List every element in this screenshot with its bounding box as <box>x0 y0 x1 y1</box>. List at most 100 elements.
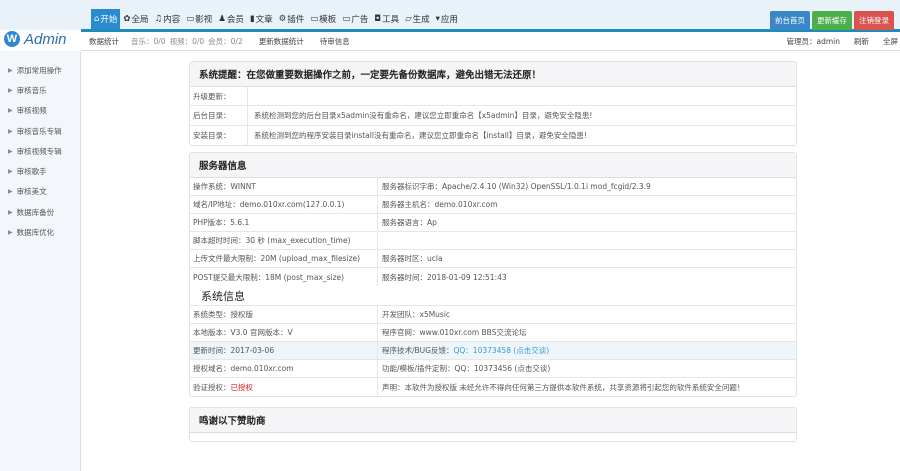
sidebar-item[interactable]: ▶ 审核音乐专辑 <box>0 121 80 141</box>
notice-row-label: 后台目录： <box>190 106 248 125</box>
caret-right-icon: ▶ <box>8 168 13 176</box>
system-info-left: 系统类型：授权版 <box>190 306 378 323</box>
update-cache-button[interactable]: 更新缓存 <box>812 11 852 30</box>
system-info-right: 声明：本软件为授权版 未经允许不得向任何第三方提供本软件系统，共享资源将引起您的… <box>382 382 745 392</box>
sponsors-title: 鸣谢以下赞助商 <box>190 408 796 433</box>
nav-tab-10[interactable]: ▱ 生成 <box>402 9 433 29</box>
main-nav: ⌂ 开始 ✿ 全局 ♫ 内容 ▭ 影视 ♟ 会员 ▮ 文章 ⚙ 插件 ▭ 模板 ▭ 广告 ◘ 工具 ▱ 生成 ▾ 应用 <box>91 9 461 29</box>
pending-info-link[interactable]: 待审信息 <box>320 36 350 47</box>
nav-tab-8[interactable]: ▭ 广告 <box>339 9 371 29</box>
sidebar-item[interactable]: ▶ 审核视频 <box>0 101 80 121</box>
notice-row-value: 系统检测到您的程序安装目录install没有重命名，建议您立即重命名【insta… <box>254 130 587 140</box>
plugin-icon: ⚙ <box>278 14 287 24</box>
server-info-panel: 服务器信息 操作系统：WINNT 服务器标识字串：Apache/2.4.10 (W… <box>189 152 797 397</box>
server-info-right: 服务器语言：Ap <box>382 218 437 227</box>
nav-tab-9[interactable]: ◘ 工具 <box>371 9 402 29</box>
auth-status: 已授权 <box>230 382 254 392</box>
caret-right-icon: ▶ <box>8 86 13 94</box>
monitor-icon: ▭ <box>310 14 319 24</box>
system-row: 验证授权： 已授权 声明：本软件为授权版 未经允许不得向任何第三方提供本软件系统，共… <box>190 378 796 396</box>
caret-right-icon: ▶ <box>8 229 13 237</box>
gear-icon: ✿ <box>123 14 131 24</box>
nav-tab-0[interactable]: ⌂ 开始 <box>91 9 121 29</box>
member-count: 会员：0/2 <box>208 36 243 46</box>
nav-tab-label: 插件 <box>287 15 305 25</box>
caret-right-icon: ▶ <box>8 188 13 196</box>
server-row: 域名/IP地址：demo.010xr.com(127.0.0.1) 服务器主机名：… <box>190 196 796 214</box>
nav-tab-label: 工具 <box>382 15 400 25</box>
server-info-left: POST提交最大限制：18M (post_max_size) <box>190 268 378 286</box>
system-info-left: 本地版本：V3.0 官网版本：V <box>190 324 378 341</box>
nav-tab-label: 会员 <box>226 15 244 25</box>
nav-tab-label: 文章 <box>255 15 273 25</box>
system-info-left: 验证授权： 已授权 <box>190 378 378 396</box>
sidebar-item-label: 审核音乐专辑 <box>16 126 62 136</box>
sidebar-item[interactable]: ▶ 审核音乐 <box>0 80 80 100</box>
fullscreen-link[interactable]: 全屏 <box>883 36 898 47</box>
sidebar-item-label: 审核音乐 <box>16 85 47 95</box>
caret-right-icon: ▶ <box>8 147 13 155</box>
server-info-right: 服务器时间：2018-01-09 12:51:43 <box>382 272 507 282</box>
caret-right-icon: ▶ <box>8 107 13 115</box>
monitor-icon: ▭ <box>186 14 195 24</box>
notice-row-label: 安装目录： <box>190 125 248 145</box>
update-stats-link[interactable]: 更新数据统计 <box>259 36 304 47</box>
server-row: 操作系统：WINNT 服务器标识字串：Apache/2.4.10 (Win32) … <box>190 178 796 196</box>
nav-tab-label: 模板 <box>319 15 337 25</box>
nav-tab-6[interactable]: ⚙ 插件 <box>276 9 308 29</box>
sidebar-item[interactable]: ▶ 审核歌手 <box>0 161 80 181</box>
sidebar-item[interactable]: ▶ 数据库优化 <box>0 222 80 242</box>
server-row: PHP版本：5.6.1 服务器语言：Ap <box>190 214 796 232</box>
folder-icon: ▱ <box>405 14 412 24</box>
nav-tab-label: 影视 <box>195 15 213 25</box>
refresh-link[interactable]: 刷新 <box>854 36 869 47</box>
sidebar-item-label: 审核视频专辑 <box>16 146 62 156</box>
nav-tab-label: 应用 <box>440 15 458 25</box>
home-icon: ⌂ <box>94 14 100 24</box>
server-info-right: 服务器主机名：demo.010xr.com <box>382 200 498 209</box>
system-row: 本地版本：V3.0 官网版本：V 程序官网：www.010xr.com BBS交流… <box>190 324 796 342</box>
server-info-title: 服务器信息 <box>190 153 796 178</box>
sidebar-item[interactable]: ▶ 添加常用操作 <box>0 60 80 80</box>
logout-button[interactable]: 注销登录 <box>854 11 894 30</box>
notice-title: 系统提醒：在您做重要数据操作之前，一定要先备份数据库，避免出错无法还原！ <box>190 62 796 87</box>
server-info-right: 服务器时区：ucla <box>382 254 443 263</box>
sponsors-panel: 鸣谢以下赞助商 <box>189 407 797 442</box>
stats-label: 数据统计 <box>89 36 119 46</box>
nav-tab-7[interactable]: ▭ 模板 <box>307 9 339 29</box>
sidebar-item[interactable]: ▶ 审核美文 <box>0 182 80 202</box>
sidebar-item-label: 审核美文 <box>16 187 47 197</box>
frontend-home-button[interactable]: 前台首页 <box>770 11 810 30</box>
notice-row-value: 系统检测到您的后台目录x5admin没有重命名，建议您立即重命名【x5admin… <box>254 110 593 120</box>
sidebar-item-label: 审核视频 <box>16 106 47 116</box>
nav-tab-5[interactable]: ▮ 文章 <box>247 9 276 29</box>
notice-panel: 系统提醒：在您做重要数据操作之前，一定要先备份数据库，避免出错无法还原！ 升级更… <box>189 61 797 146</box>
cart-icon: ▾ <box>435 14 440 24</box>
logo-icon: W <box>4 31 20 47</box>
system-info-right: 开发团队：x5Music <box>382 310 451 319</box>
qq-chat-link[interactable]: QQ：10373458 (点击交谈) <box>453 345 549 356</box>
music-icon: ♫ <box>154 14 163 24</box>
system-info-right: 功能/模板/插件定制：QQ：10373456 (点击交谈) <box>382 364 551 373</box>
caret-right-icon: ▶ <box>8 208 13 216</box>
system-info-left: 授权域名：demo.010xr.com <box>190 360 378 377</box>
nav-tab-3[interactable]: ▭ 影视 <box>183 9 215 29</box>
nav-tab-1[interactable]: ✿ 全局 <box>120 9 151 29</box>
nav-tab-label: 开始 <box>100 15 118 25</box>
nav-tab-2[interactable]: ♫ 内容 <box>152 9 184 29</box>
video-count: 视频：0/0 <box>169 36 205 46</box>
sidebar-item[interactable]: ▶ 数据库备份 <box>0 202 80 222</box>
system-info-left: 更新时间：2017-03-06 <box>190 342 378 359</box>
caret-right-icon: ▶ <box>8 127 13 135</box>
admin-label: 管理员：admin <box>786 37 841 46</box>
sidebar-item[interactable]: ▶ 审核视频专辑 <box>0 141 80 161</box>
notice-row: 安装目录： 系统检测到您的程序安装目录install没有重命名，建议您立即重命名【… <box>190 125 796 145</box>
server-row: 脚本超时时间：30 秒 (max_execution_time) <box>190 232 796 250</box>
sub-toolbar: 数据统计 音乐：0/0 视频：0/0 会员：0/2 更新数据统计 待审信息 管理… <box>81 32 900 51</box>
nav-tab-4[interactable]: ♟ 会员 <box>215 9 247 29</box>
system-row: 系统类型：授权版 开发团队：x5Music <box>190 306 796 324</box>
notice-row: 升级更新： <box>190 87 796 107</box>
server-info-right: 服务器标识字串：Apache/2.4.10 (Win32) OpenSSL/1.… <box>382 182 651 191</box>
logo[interactable]: W Admin <box>4 28 67 50</box>
nav-tab-11[interactable]: ▾ 应用 <box>433 9 461 29</box>
